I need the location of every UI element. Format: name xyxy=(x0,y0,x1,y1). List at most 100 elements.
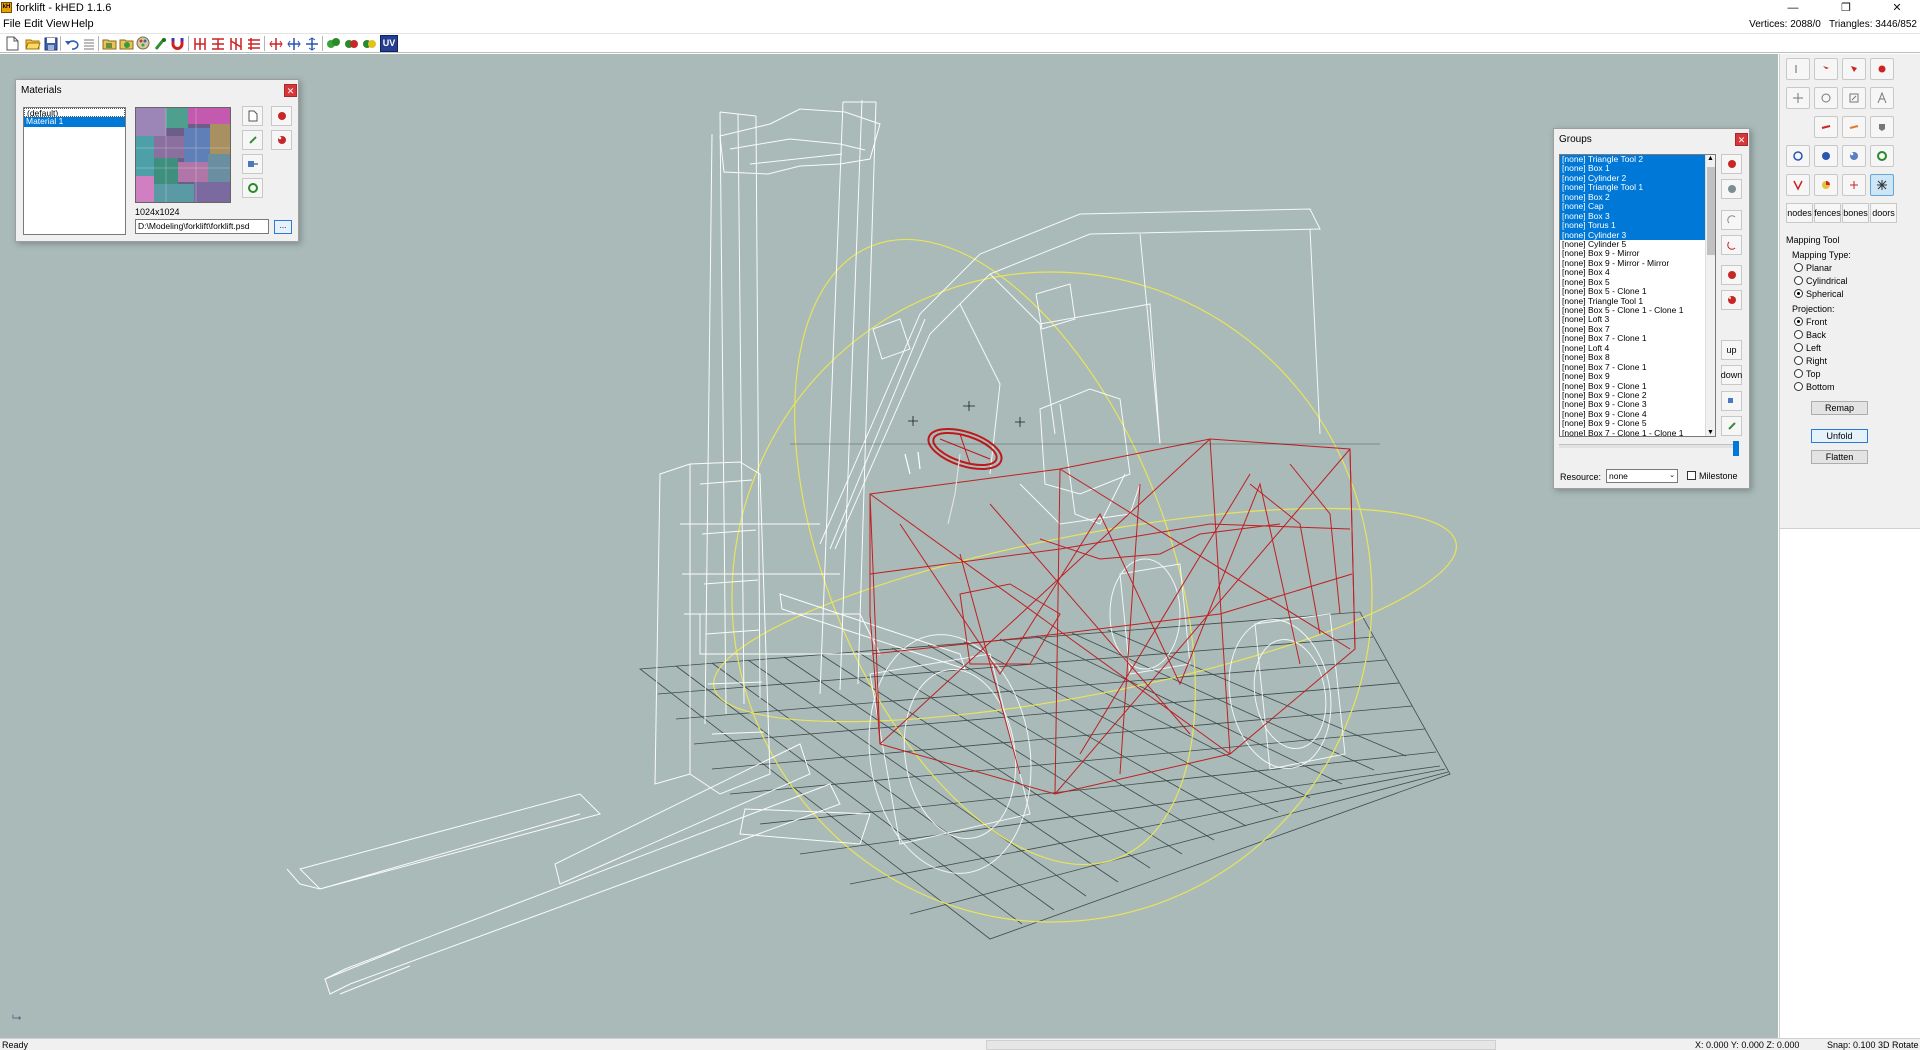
unfold-button[interactable]: Unfold xyxy=(1811,429,1868,443)
tab-bones[interactable]: bones xyxy=(1842,203,1869,223)
material-item-default[interactable]: (default) xyxy=(24,108,125,118)
bottom-radio[interactable] xyxy=(1794,382,1803,391)
group-list-item[interactable]: [none] Box 5 - Clone 1 - Clone 1 xyxy=(1560,306,1715,315)
material-assign-icon[interactable] xyxy=(242,154,263,174)
group-list-item[interactable]: [none] Box 9 - Mirror xyxy=(1560,249,1715,258)
align-x-icon[interactable] xyxy=(267,35,284,52)
groups-close-button[interactable]: ✕ xyxy=(1735,133,1748,146)
material-refresh-icon[interactable] xyxy=(242,178,263,198)
group-list-item[interactable]: [none] Cylinder 2 xyxy=(1560,173,1715,184)
group-list-item[interactable]: [none] Box 9 - Clone 4 xyxy=(1560,410,1715,419)
group-link-icon[interactable] xyxy=(1721,416,1742,436)
menu-view[interactable]: View xyxy=(46,18,70,30)
green-sphere-icon[interactable] xyxy=(325,35,342,52)
redo-icon[interactable] xyxy=(80,35,97,52)
group-merge-icon[interactable] xyxy=(1721,210,1742,230)
group-list-item[interactable]: [none] Loft 4 xyxy=(1560,344,1715,353)
group-list-item[interactable]: [none] Box 2 xyxy=(1560,192,1715,203)
group-list-item[interactable]: [none] Box 9 - Mirror - Mirror xyxy=(1560,259,1715,268)
new-material-icon[interactable] xyxy=(242,106,263,126)
back-radio[interactable] xyxy=(1794,330,1803,339)
measure-tool-icon[interactable] xyxy=(1870,87,1894,109)
tab-doors[interactable]: doors xyxy=(1870,203,1897,223)
group-list-item[interactable]: [none] Box 9 - Clone 2 xyxy=(1560,391,1715,400)
tab-fences[interactable]: fences xyxy=(1814,203,1841,223)
group-list-item[interactable]: [none] Triangle Tool 2 xyxy=(1560,155,1715,165)
align-z-icon[interactable] xyxy=(303,35,320,52)
group-list-item[interactable]: [none] Box 8 xyxy=(1560,353,1715,362)
remap-button[interactable]: Remap xyxy=(1811,401,1868,415)
export-icon[interactable] xyxy=(118,35,135,52)
top-radio[interactable] xyxy=(1794,369,1803,378)
spherical-radio[interactable] xyxy=(1794,289,1803,298)
render-icon[interactable] xyxy=(135,35,152,52)
group-list-item[interactable]: [none] Torus 1 xyxy=(1560,221,1715,231)
rotate-tool-icon[interactable] xyxy=(1814,87,1838,109)
group-list-item[interactable]: [none] Box 9 - Clone 1 xyxy=(1560,382,1715,391)
group-list-item[interactable]: [none] Box 9 - Clone 5 xyxy=(1560,419,1715,428)
scroll-up-icon[interactable]: ▲ xyxy=(1707,155,1714,162)
group-list-item[interactable]: [none] Box 7 - Clone 1 xyxy=(1560,334,1715,343)
texture-path-field[interactable]: D:\Modeling\forklift\forklift.psd xyxy=(135,219,269,234)
weld-icon[interactable] xyxy=(152,35,169,52)
color-wheel-icon[interactable] xyxy=(1814,174,1838,196)
extrude-tool-icon[interactable] xyxy=(1814,116,1838,138)
group-list-item[interactable]: [none] Box 4 xyxy=(1560,268,1715,277)
group-list-item[interactable]: [none] Box 7 - Clone 1 - Clone 1 xyxy=(1560,429,1715,436)
materials-close-button[interactable]: ✕ xyxy=(284,84,297,97)
red-sphere-icon[interactable] xyxy=(343,35,360,52)
mirror-icon[interactable] xyxy=(245,35,262,52)
group-list-item[interactable]: [none] Box 9 xyxy=(1560,372,1715,381)
group-new-icon[interactable] xyxy=(1721,179,1742,199)
flip-x-icon[interactable] xyxy=(191,35,208,52)
flatten-button[interactable]: Flatten xyxy=(1811,450,1868,464)
group-up-button[interactable]: up xyxy=(1721,340,1742,360)
group-slider-thumb[interactable] xyxy=(1733,441,1739,456)
close-window-button[interactable]: ✕ xyxy=(1874,0,1920,16)
edge-tool-icon[interactable] xyxy=(1842,58,1866,80)
sphere-primitive-icon[interactable] xyxy=(1786,145,1810,167)
group-assign-icon[interactable] xyxy=(1721,391,1742,411)
resource-select[interactable]: none ⌄ xyxy=(1606,469,1678,483)
group-select-icon[interactable] xyxy=(1721,265,1742,285)
move-tool-icon[interactable] xyxy=(1786,87,1810,109)
group-list-item[interactable]: [none] Cap xyxy=(1560,202,1715,212)
delete-material-icon[interactable] xyxy=(271,106,292,126)
blue-sphere-icon[interactable] xyxy=(1814,145,1838,167)
group-list-item[interactable]: [none] Box 1 xyxy=(1560,164,1715,174)
cylindrical-radio[interactable] xyxy=(1794,276,1803,285)
uv-icon[interactable]: UV xyxy=(380,35,398,52)
group-split-icon[interactable] xyxy=(1721,235,1742,255)
group-slider-track[interactable] xyxy=(1559,444,1737,448)
vertex-select-icon[interactable] xyxy=(1786,174,1810,196)
group-list-item[interactable]: [none] Cylinder 3 xyxy=(1560,230,1715,240)
green-refresh-icon[interactable] xyxy=(1870,145,1894,167)
group-list-item[interactable]: [none] Triangle Tool 1 xyxy=(1560,183,1715,193)
paint-tool-icon[interactable] xyxy=(1842,145,1866,167)
milestone-checkbox[interactable] xyxy=(1687,471,1696,480)
menu-help[interactable]: Help xyxy=(71,18,94,30)
material-color-icon[interactable] xyxy=(271,130,292,150)
group-list-item[interactable]: [none] Box 5 - Clone 1 xyxy=(1560,287,1715,296)
vertex-tool-icon[interactable] xyxy=(1814,58,1838,80)
flip-z-icon[interactable] xyxy=(227,35,244,52)
groups-list[interactable]: [none] Triangle Tool 2 [none] Box 1 [none]… xyxy=(1559,154,1716,437)
material-item-1[interactable]: Material 1 xyxy=(24,117,125,127)
scroll-down-icon[interactable]: ▼ xyxy=(1707,429,1714,436)
tab-nodes[interactable]: nodes xyxy=(1786,203,1813,223)
align-y-icon[interactable] xyxy=(285,35,302,52)
cap-tool-icon[interactable] xyxy=(1870,116,1894,138)
scale-tool-icon[interactable] xyxy=(1842,87,1866,109)
group-hide-icon[interactable] xyxy=(1721,290,1742,310)
material-link-icon[interactable] xyxy=(242,130,263,150)
import-icon[interactable] xyxy=(101,35,118,52)
materials-list[interactable]: (default) Material 1 xyxy=(23,107,126,235)
browse-texture-button[interactable]: ... xyxy=(274,220,292,234)
scroll-thumb[interactable] xyxy=(1707,167,1715,255)
undo-icon[interactable] xyxy=(63,35,80,52)
group-list-item[interactable]: [none] Box 7 - Clone 1 xyxy=(1560,363,1715,372)
yellow-sphere-icon[interactable] xyxy=(361,35,378,52)
planar-radio[interactable] xyxy=(1794,263,1803,272)
group-list-item[interactable]: [none] Box 5 xyxy=(1560,278,1715,287)
marker-tool-icon[interactable] xyxy=(1842,174,1866,196)
